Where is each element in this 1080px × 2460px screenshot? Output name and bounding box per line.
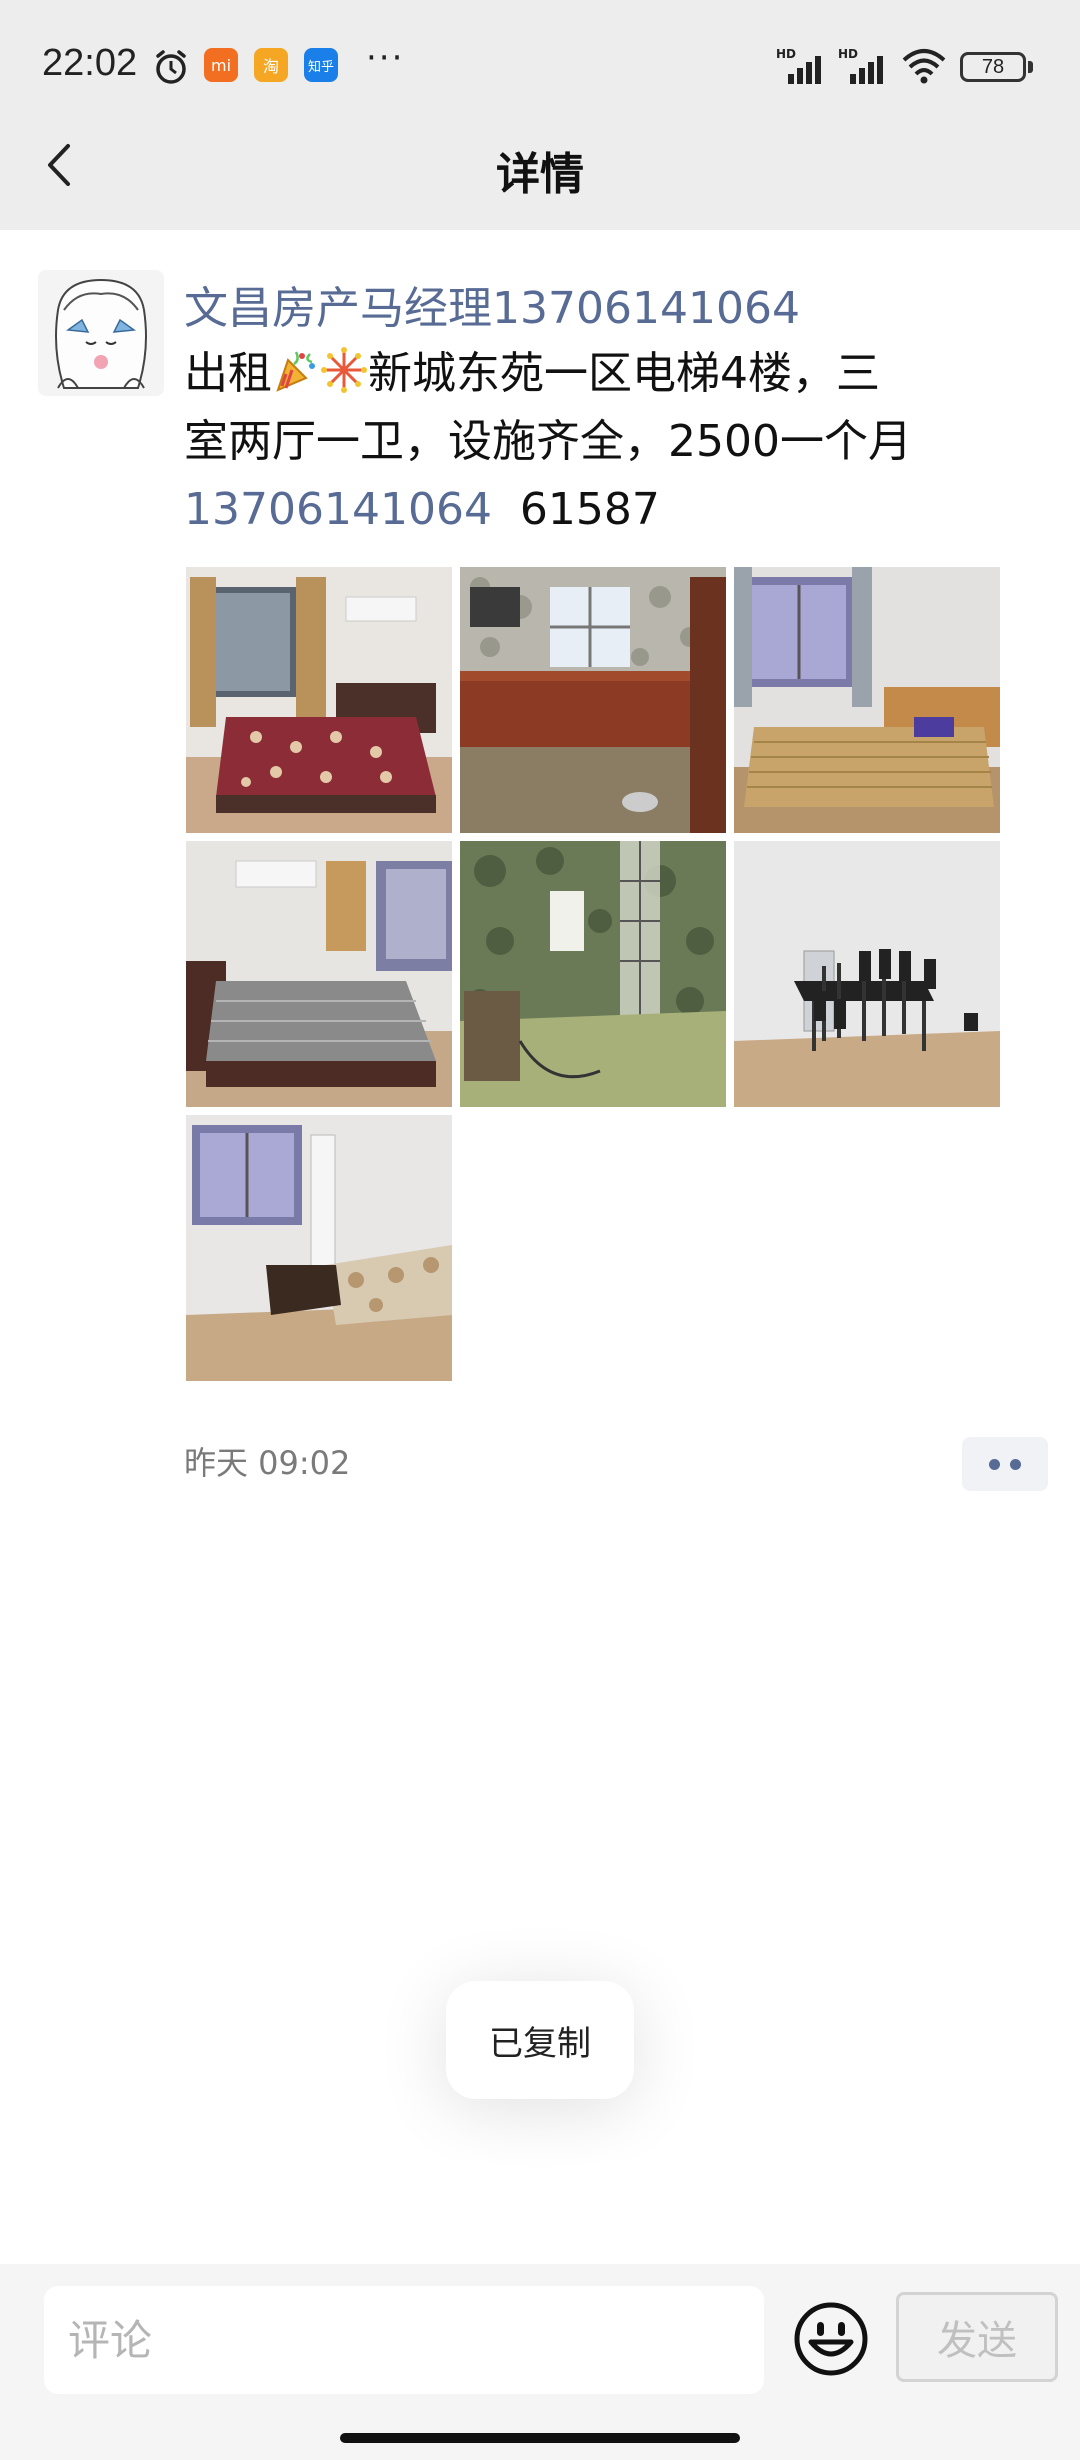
phone-number-link[interactable]: 13706141064: [184, 484, 492, 535]
svg-text:HD: HD: [776, 47, 796, 61]
cellular-signal-icon-2: HD: [838, 47, 883, 84]
post-text: 出租 新城东苑一区电梯4楼，三 室两厅一卫，设施齐全，2500一个月 13706…: [184, 340, 1004, 544]
battery-indicator: 78: [960, 52, 1026, 82]
more-dots-icon-2: [1010, 1458, 1021, 1470]
photo-bedroom-floral[interactable]: [186, 567, 452, 833]
alarm-clock-icon: [156, 50, 186, 84]
photo-kitchen[interactable]: [460, 567, 726, 833]
wifi-icon: [902, 49, 946, 84]
xiaomi-app-icon: mi: [204, 48, 238, 82]
battery-tip: [1028, 61, 1033, 73]
svg-text:HD: HD: [838, 47, 858, 61]
send-button[interactable]: 发送: [896, 2292, 1058, 2382]
photo-bedroom-grey-mattress[interactable]: [186, 841, 452, 1107]
post-text-line1: 新城东苑一区电梯4楼，三: [368, 348, 880, 399]
avatar[interactable]: [38, 270, 164, 396]
smiley-face-icon[interactable]: [792, 2300, 870, 2378]
post-timestamp: 昨天 09:02: [184, 1444, 351, 1482]
post-text-prefix: 出租: [184, 348, 272, 399]
photo-dining-room[interactable]: [734, 841, 1000, 1107]
zhihu-app-icon: 知乎: [304, 48, 338, 82]
more-notifications-icon: ···: [366, 38, 405, 78]
more-dots-icon: [989, 1458, 1000, 1470]
fireworks-icon: [321, 347, 367, 393]
post-text-line2: 室两厅一卫，设施齐全，2500一个月: [184, 416, 912, 467]
home-indicator[interactable]: [340, 2433, 740, 2443]
author-name-link[interactable]: 文昌房产马经理13706141064: [184, 272, 800, 336]
comment-input[interactable]: [44, 2286, 764, 2394]
cellular-signal-icon: HD: [776, 47, 821, 84]
status-time: 22:02: [42, 42, 138, 84]
page-title: 详情: [496, 149, 584, 200]
photo-living-room[interactable]: [186, 1115, 452, 1381]
photo-bathroom[interactable]: [460, 841, 726, 1107]
more-actions-button[interactable]: [962, 1437, 1048, 1491]
party-popper-icon: [276, 351, 315, 392]
post-code: 61587: [519, 484, 660, 535]
copied-toast: 已复制: [446, 1981, 634, 2099]
taobao-app-icon: 淘: [254, 48, 288, 82]
status-bar: 22:02 mi 淘 知乎 ··· HD HD 78: [0, 0, 1080, 135]
photo-bedroom-bare-bed[interactable]: [734, 567, 1000, 833]
